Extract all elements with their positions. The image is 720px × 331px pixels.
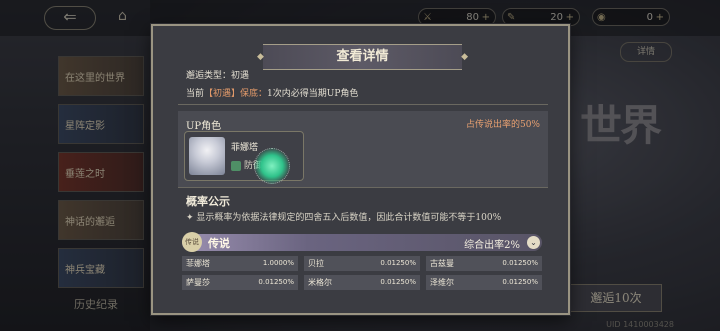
- rate-value: 1.0000%: [262, 259, 294, 267]
- rate-name: 萨曼莎: [186, 278, 210, 287]
- rate-cell: 泽维尔 0.01250%: [426, 275, 542, 290]
- rate-name: 泽维尔: [430, 278, 454, 287]
- rate-cell: 古兹曼 0.01250%: [426, 256, 542, 271]
- rate-value: 0.01250%: [380, 278, 416, 286]
- guarantee-tag: 【初遇】保底：: [204, 89, 268, 99]
- rate-cell: 贝拉 0.01250%: [304, 256, 420, 271]
- rate-value: 0.01250%: [502, 278, 538, 286]
- rate-note: ✦ 显示概率为依据法律规定的四舍五入后数值，因此合计数值可能不等于100%: [186, 213, 502, 223]
- rate-value: 0.01250%: [380, 259, 416, 267]
- tier-total-rate: 综合出率2%: [464, 240, 520, 251]
- defender-icon: [231, 160, 241, 171]
- tier-name: 传说: [208, 237, 230, 250]
- chevron-down-icon[interactable]: ⌄: [527, 236, 540, 249]
- rate-name: 贝拉: [308, 259, 324, 268]
- rate-cell: 菲娜塔 1.0000%: [182, 256, 298, 271]
- touch-indicator-icon: [254, 148, 290, 184]
- details-modal: 查看详情 邂逅类型：初遇 当前【初遇】保底：1次内必得当期UP角色 UP角色 占…: [151, 24, 570, 315]
- up-rate: 占传说出率的50%: [465, 120, 540, 130]
- rate-name: 古兹曼: [430, 259, 454, 268]
- up-character-panel: UP角色 占传说出率的50% 菲娜塔 防御者: [178, 111, 548, 187]
- legend-tier-icon: 传说: [182, 232, 202, 252]
- rate-cell: 萨曼莎 0.01250%: [182, 275, 298, 290]
- divider: [178, 104, 548, 105]
- character-name: 菲娜塔: [231, 143, 259, 153]
- guarantee-line: 当前【初遇】保底：1次内必得当期UP角色: [186, 86, 358, 99]
- rate-name: 菲娜塔: [186, 259, 210, 268]
- rate-name: 米格尔: [308, 278, 332, 287]
- guarantee-text: 1次内必得当期UP角色: [267, 89, 359, 99]
- tier-header-legend[interactable]: 传说 传说 综合出率2% ⌄: [182, 232, 542, 252]
- rate-value: 0.01250%: [258, 278, 294, 286]
- divider: [178, 187, 548, 188]
- modal-title: 查看详情: [257, 44, 468, 70]
- rate-value: 0.01250%: [502, 259, 538, 267]
- character-portrait: [189, 137, 225, 175]
- guarantee-prefix: 当前: [186, 89, 205, 99]
- encounter-type: 邂逅类型：初遇: [186, 71, 250, 81]
- rate-title: 概率公示: [186, 195, 230, 208]
- rate-cell: 米格尔 0.01250%: [304, 275, 420, 290]
- up-title: UP角色: [186, 121, 222, 132]
